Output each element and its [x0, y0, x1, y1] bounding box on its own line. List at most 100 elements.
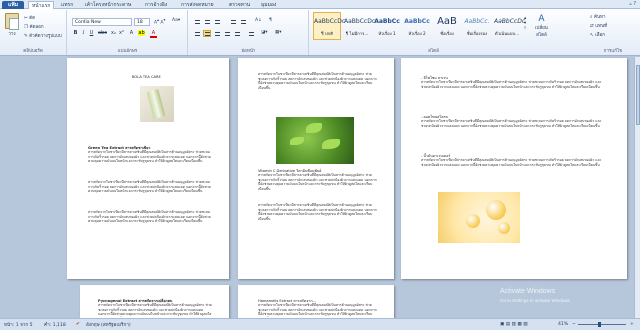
tab-review[interactable]: ตรวจทาน — [226, 1, 253, 9]
tab-page-layout[interactable]: เค้าโครงหน้ากระดาษ — [82, 1, 134, 9]
proofing-icon[interactable]: ✔ — [76, 322, 80, 327]
style-name: ชื่อเรื่อง — [440, 31, 454, 36]
underline-button[interactable]: U — [88, 30, 95, 36]
scrollbar-thumb[interactable] — [636, 65, 640, 125]
strikethrough-button[interactable]: abc — [98, 30, 107, 36]
find-button[interactable]: ⌕ ค้นหา — [590, 13, 606, 20]
zoom-in-button[interactable]: + — [630, 322, 634, 327]
product-title: BOLA TEA CARE — [132, 75, 161, 79]
body-paragraph: สารสกัดจากใบชาเขียวมีสารคาเทชินที่มีคุณส… — [421, 158, 602, 167]
font-name-dropdown[interactable]: Cordia New — [72, 18, 132, 26]
help-icon[interactable]: ▵ ? — [629, 1, 636, 7]
status-bar: หน้า: 1 จาก 5 คำ: 1,118 ✔ อังกฤษ (สหรัฐอ… — [0, 318, 640, 330]
line-spacing-icon — [249, 32, 254, 36]
page-5[interactable]: Hamamelis Extract สารสกัดจาก... สารสกัดจ… — [238, 285, 394, 318]
page-2[interactable]: สารสกัดจากใบชาเขียวมีสารคาเทชินที่มีคุณส… — [238, 58, 394, 279]
tab-insert[interactable]: แทรก — [58, 1, 76, 9]
editing-group: ⌕ ค้นหา ⇄ แทนที่ ↖ เลือก การแก้ไข — [586, 10, 640, 55]
style-heading-1[interactable]: AaBbCc หัวเรื่อง 1 — [373, 12, 401, 40]
body-paragraph: สารสกัดจากใบชาเขียวมีสารคาเทชินที่มีคุณส… — [258, 203, 377, 221]
clear-formatting-button[interactable]: Aa▾ — [172, 18, 180, 23]
line-spacing-button[interactable] — [247, 30, 255, 37]
paragraph-group: A↓ ¶ ◪▾ ▦▾ ย่อหน้า — [189, 10, 309, 55]
style-name: ตัวเน้นแบบ... — [494, 31, 520, 36]
paragraph-group-label: ย่อหน้า — [241, 49, 256, 54]
page-4[interactable]: Pycnogenol Extract สารสกัดจากเปลือกสน สา… — [80, 285, 229, 318]
text-effects-button[interactable]: A — [128, 30, 135, 36]
cut-button[interactable]: ✂ ตัด — [24, 14, 35, 21]
numbering-button[interactable] — [203, 18, 211, 25]
bullets-button[interactable] — [193, 18, 201, 25]
style-emphasis[interactable]: AaBbCcDc ตัวเน้นแบบ... — [493, 12, 525, 40]
multilevel-list-button[interactable] — [213, 18, 221, 25]
format-painter-button[interactable]: ✎ ตัวคัดวางรูปแบบ — [24, 32, 62, 39]
font-color-button[interactable]: A — [150, 30, 157, 38]
decrease-indent-button[interactable] — [229, 18, 237, 25]
align-left-button[interactable] — [193, 30, 201, 37]
italic-button[interactable]: I — [80, 30, 87, 36]
style-sample: AaBbCc. — [464, 18, 490, 25]
subscript-button[interactable]: x₂ — [110, 30, 117, 36]
activate-windows-subtitle: Go to Settings to activate Windows. — [500, 298, 572, 303]
magnifier-icon: ⌕ — [590, 15, 593, 20]
zoom-slider-knob[interactable] — [598, 322, 601, 327]
grow-font-button[interactable]: A▴ A▾ — [154, 18, 165, 26]
tab-mailings[interactable]: การส่งจดหมาย — [178, 1, 217, 9]
styles-scroll[interactable]: ▴ ▾ ▿ — [524, 16, 526, 31]
tab-references[interactable]: การอ้างอิง — [142, 1, 170, 9]
change-styles-button[interactable]: A เปลี่ยน สไตล์ — [535, 14, 548, 38]
body-paragraph: สารสกัดจากใบชาเขียวมีสารคาเทชินที่มีคุณส… — [88, 180, 211, 194]
brush-icon: ✎ — [24, 34, 28, 39]
cut-label: ตัด — [29, 16, 36, 21]
select-button[interactable]: ↖ เลือก — [590, 31, 605, 38]
copy-button[interactable]: ❐ คัดลอก — [24, 23, 44, 30]
replace-icon: ⇄ — [590, 24, 594, 29]
thai-distribute-button[interactable] — [233, 30, 241, 37]
word-count[interactable]: คำ: 1,118 — [44, 322, 66, 329]
select-label: เลือก — [595, 33, 605, 38]
shading-button[interactable]: ◪▾ — [261, 30, 268, 35]
font-size-dropdown[interactable]: 18 — [134, 18, 150, 26]
style-subtitle[interactable]: AaBbCc. ชื่อเรื่องรอง — [463, 12, 491, 40]
styles-group: AaBbCcDc ¶ ปกติ AaBbCcDc ¶ ไม่มีการ... A… — [311, 10, 556, 55]
tab-file[interactable]: แฟ้ม — [2, 1, 24, 9]
style-title[interactable]: AaB ชื่อเรื่อง — [433, 12, 461, 40]
style-name: ¶ ไม่มีการ... — [345, 31, 369, 36]
style-sample: AaB — [437, 16, 457, 27]
multilevel-icon — [215, 20, 220, 24]
style-sample: AaBbCcDc — [314, 18, 346, 25]
zoom-out-button[interactable]: − — [572, 322, 576, 327]
paste-button[interactable]: วาง — [3, 13, 21, 43]
superscript-button[interactable]: x² — [118, 30, 125, 36]
language-indicator[interactable]: อังกฤษ (สหรัฐอเมริกา) — [86, 322, 131, 329]
bullets-icon — [195, 20, 200, 24]
ribbon: วาง ✂ ตัด ❐ คัดลอก ✎ ตัวคัดวางรูปแบบ คลิ… — [0, 9, 640, 56]
align-center-button[interactable] — [203, 30, 211, 37]
style-no-spacing[interactable]: AaBbCcDc ¶ ไม่มีการ... — [343, 12, 375, 40]
style-heading-2[interactable]: AaBbCc หัวเรื่อง 2 — [403, 12, 431, 40]
view-buttons[interactable]: ▣ ▤ ▥ ▦ ▧ — [500, 322, 528, 327]
zoom-level[interactable]: 41% — [558, 322, 568, 327]
document-area[interactable]: BOLA TEA CARE Green Tea Extract สารสกัดช… — [0, 57, 634, 318]
copy-icon: ❐ — [24, 25, 29, 30]
zoom-slider[interactable] — [578, 322, 626, 327]
numbering-icon — [205, 20, 210, 24]
highlight-button[interactable]: ab — [138, 30, 145, 36]
body-paragraph: สารสกัดจากใบชาเขียวมีสารคาเทชินที่มีคุณส… — [421, 80, 602, 89]
vertical-scrollbar[interactable] — [634, 57, 640, 318]
style-normal[interactable]: AaBbCcDc ¶ ปกติ — [313, 12, 346, 40]
borders-button[interactable]: ▦▾ — [275, 30, 282, 35]
justify-icon — [225, 32, 230, 36]
align-right-button[interactable] — [213, 30, 221, 37]
increase-indent-button[interactable] — [239, 18, 247, 25]
replace-button[interactable]: ⇄ แทนที่ — [590, 22, 607, 29]
justify-button[interactable] — [223, 30, 231, 37]
bold-button[interactable]: B — [72, 30, 79, 36]
page-1[interactable]: BOLA TEA CARE Green Tea Extract สารสกัดช… — [67, 58, 229, 279]
tab-view[interactable]: มุมมอง — [258, 1, 279, 9]
show-marks-button[interactable]: ¶ — [269, 18, 272, 23]
sort-button[interactable]: A↓ — [255, 18, 262, 23]
page-count[interactable]: หน้า: 1 จาก 5 — [4, 322, 33, 329]
oil-drop — [466, 214, 480, 228]
page-3[interactable]: - ลิโพโซม ลาเรน สารสกัดจากใบชาเขียวมีสาร… — [401, 58, 627, 279]
